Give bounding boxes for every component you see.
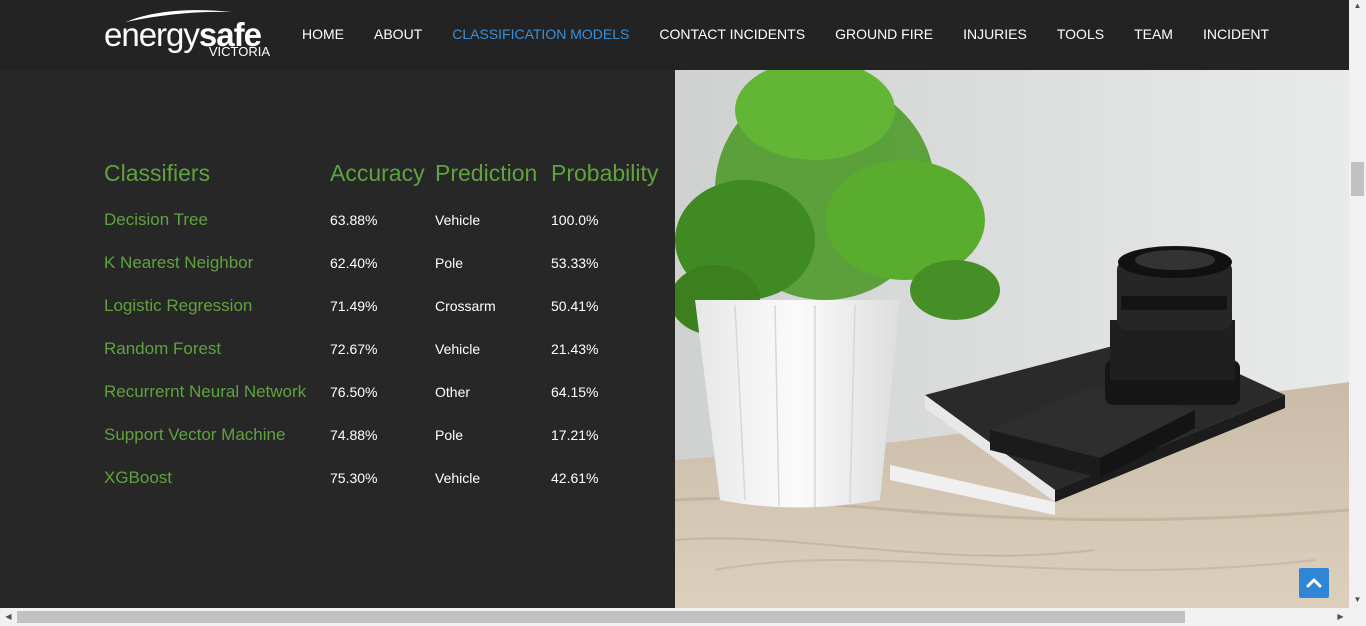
classifier-name: Recurrernt Neural Network — [104, 382, 307, 401]
accuracy-value: 63.88% — [330, 212, 378, 228]
prediction-value: Vehicle — [435, 341, 481, 357]
probability-value: 42.61% — [551, 470, 599, 486]
arrow-up-icon[interactable]: ▲ — [1349, 0, 1366, 12]
accuracy-value: 75.30% — [330, 470, 378, 486]
horizontal-scrollbar-thumb[interactable] — [17, 611, 1185, 623]
probability-value: 100.0% — [551, 212, 599, 228]
nav-item-injuries[interactable]: INJURIES — [948, 24, 1042, 44]
energysafe-logo[interactable]: energysafe VICTORIA — [104, 8, 274, 62]
site-header: energysafe VICTORIA HOME ABOUT CLASSIFIC… — [0, 0, 1349, 70]
arrow-down-icon[interactable]: ▼ — [1349, 594, 1366, 606]
nav-item-incident[interactable]: INCIDENT — [1188, 24, 1284, 44]
chevron-up-icon — [1306, 578, 1322, 588]
nav-item-contact-incidents[interactable]: CONTACT INCIDENTS — [644, 24, 820, 44]
accuracy-value: 71.49% — [330, 298, 378, 314]
arrow-left-icon[interactable]: ◀ — [0, 608, 17, 626]
prediction-value: Other — [435, 384, 471, 400]
nav-item-home[interactable]: HOME — [287, 24, 359, 44]
probability-value: 17.21% — [551, 427, 599, 443]
header-prediction: Prediction — [435, 160, 538, 186]
accuracy-value: 76.50% — [330, 384, 378, 400]
header-classifiers: Classifiers — [104, 160, 211, 186]
probability-value: 50.41% — [551, 298, 599, 314]
nav-item-tools[interactable]: TOOLS — [1042, 24, 1119, 44]
logo-subtext: VICTORIA — [208, 44, 270, 59]
classifier-name: Logistic Regression — [104, 296, 253, 315]
accuracy-value: 62.40% — [330, 255, 378, 271]
prediction-value: Vehicle — [435, 212, 481, 228]
nav-item-team[interactable]: TEAM — [1119, 24, 1188, 44]
probability-value: 53.33% — [551, 255, 599, 271]
prediction-value: Pole — [435, 427, 464, 443]
logo-text-light: energy — [104, 16, 200, 53]
prediction-value: Pole — [435, 255, 464, 271]
main-nav: HOME ABOUT CLASSIFICATION MODELS CONTACT… — [287, 24, 1284, 44]
back-to-top-button[interactable] — [1299, 568, 1329, 598]
classifier-name: K Nearest Neighbor — [104, 253, 254, 272]
classifier-name: Support Vector Machine — [104, 425, 286, 444]
classifier-name: Random Forest — [104, 339, 222, 358]
header-probability: Probability — [551, 160, 659, 186]
nav-item-ground-fire[interactable]: GROUND FIRE — [820, 24, 948, 44]
classifier-name: Decision Tree — [104, 210, 208, 229]
probability-value: 21.43% — [551, 341, 599, 357]
decorative-photo — [675, 70, 1349, 608]
classifier-name: XGBoost — [104, 468, 173, 487]
plant-camera-illustration — [675, 70, 1349, 608]
probability-value: 64.15% — [551, 384, 599, 400]
vertical-scrollbar-thumb[interactable] — [1351, 162, 1364, 196]
nav-item-classification-models[interactable]: CLASSIFICATION MODELS — [437, 24, 644, 44]
prediction-value: Crossarm — [435, 298, 496, 314]
prediction-value: Vehicle — [435, 470, 481, 486]
accuracy-value: 72.67% — [330, 341, 378, 357]
vertical-scrollbar[interactable] — [1349, 0, 1366, 608]
header-accuracy: Accuracy — [330, 160, 425, 186]
arrow-right-icon[interactable]: ▶ — [1332, 608, 1349, 626]
accuracy-value: 74.88% — [330, 427, 378, 443]
nav-item-about[interactable]: ABOUT — [359, 24, 437, 44]
